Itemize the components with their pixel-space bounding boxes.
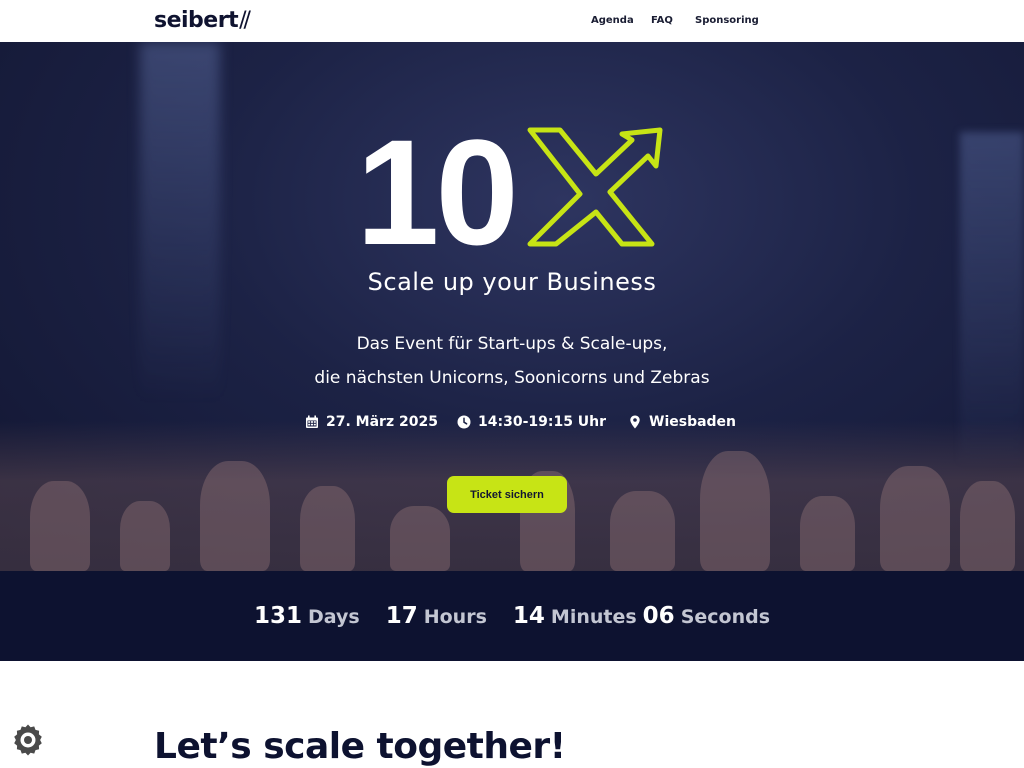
section-heading: Let’s scale together!: [154, 726, 566, 767]
hero-description-line-1: Das Event für Start-ups & Scale-ups,: [356, 334, 668, 354]
countdown-minutes-value: 14: [512, 603, 545, 629]
nav-sponsoring[interactable]: Sponsoring: [695, 15, 759, 26]
hero-tagline: Scale up your Business: [367, 268, 657, 296]
cookie-settings-icon: [14, 724, 42, 756]
event-location: Wiesbaden: [628, 414, 736, 430]
logo-text: seibert: [154, 8, 239, 33]
event-location-text: Wiesbaden: [649, 414, 737, 430]
clock-icon: [457, 415, 471, 429]
seibert-logo[interactable]: seibert//: [154, 8, 251, 33]
calendar-icon: [306, 415, 318, 428]
countdown-seconds-label: Seconds: [680, 606, 771, 628]
countdown-seconds-value: 06: [642, 603, 675, 629]
ticket-button[interactable]: Ticket sichern: [447, 476, 567, 513]
hero-background-light-right: [960, 132, 1024, 462]
countdown-days-label: Days: [308, 606, 360, 628]
hero-section: 10 Scale up your Business Das Event für …: [0, 42, 1024, 571]
countdown-bar: 131 Days 17 Hours 14 Minutes 06 Seconds: [0, 571, 1024, 661]
event-date: 27. März 2025: [305, 414, 438, 430]
map-pin-icon: [630, 415, 640, 429]
nav-agenda[interactable]: Agenda: [591, 15, 634, 26]
event-date-text: 27. März 2025: [326, 414, 438, 430]
event-time-text: 14:30-19:15 Uhr: [478, 414, 607, 430]
site-header: seibert// Agenda FAQ Sponsoring: [0, 0, 1024, 42]
x-arrow-logo-icon: [527, 127, 663, 247]
countdown-days-value: 131: [253, 603, 302, 629]
countdown-hours-label: Hours: [423, 606, 487, 628]
nav-faq[interactable]: FAQ: [651, 15, 673, 26]
countdown-minutes-label: Minutes: [550, 606, 637, 628]
event-logo-number: 10: [356, 108, 519, 276]
countdown-timer: 131 Days 17 Hours 14 Minutes 06 Seconds: [0, 603, 1024, 629]
countdown-hours-value: 17: [385, 603, 418, 629]
event-time: 14:30-19:15 Uhr: [457, 414, 606, 430]
cookie-settings-button[interactable]: [12, 724, 44, 756]
hero-description-line-2: die nächsten Unicorns, Soonicorns und Ze…: [314, 368, 710, 388]
logo-slashes: //: [239, 8, 251, 33]
